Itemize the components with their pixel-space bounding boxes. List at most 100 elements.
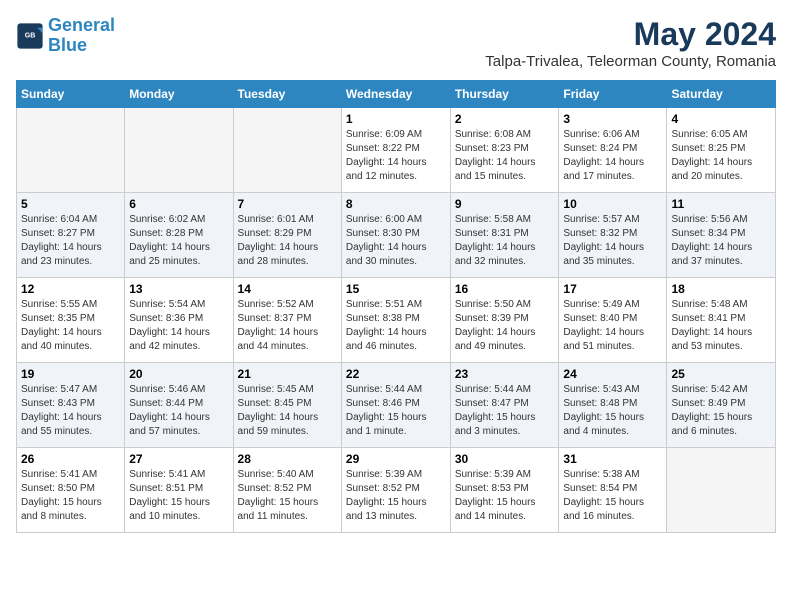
calendar-cell: 26 Sunrise: 5:41 AM Sunset: 8:50 PM Dayli… (17, 448, 125, 533)
calendar-cell: 22 Sunrise: 5:44 AM Sunset: 8:46 PM Dayli… (341, 363, 450, 448)
day-info: Sunrise: 5:38 AM Sunset: 8:54 PM Dayligh… (563, 468, 662, 524)
day-number: 4 (671, 112, 771, 126)
day-info: Sunrise: 6:01 AM Sunset: 8:29 PM Dayligh… (238, 213, 337, 269)
calendar-cell: 23 Sunrise: 5:44 AM Sunset: 8:47 PM Dayli… (450, 363, 559, 448)
calendar-cell: 28 Sunrise: 5:40 AM Sunset: 8:52 PM Dayli… (233, 448, 341, 533)
day-number: 3 (563, 112, 662, 126)
day-number: 19 (21, 367, 120, 381)
day-number: 7 (238, 197, 337, 211)
calendar-header-tuesday: Tuesday (233, 81, 341, 108)
day-number: 6 (129, 197, 228, 211)
calendar-table: SundayMondayTuesdayWednesdayThursdayFrid… (16, 80, 776, 533)
day-info: Sunrise: 5:41 AM Sunset: 8:50 PM Dayligh… (21, 468, 120, 524)
day-info: Sunrise: 5:55 AM Sunset: 8:35 PM Dayligh… (21, 298, 120, 354)
calendar-cell: 20 Sunrise: 5:46 AM Sunset: 8:44 PM Dayli… (125, 363, 233, 448)
day-number: 23 (455, 367, 555, 381)
calendar-cell (233, 108, 341, 193)
day-number: 11 (671, 197, 771, 211)
day-info: Sunrise: 5:44 AM Sunset: 8:47 PM Dayligh… (455, 383, 555, 439)
calendar-cell: 13 Sunrise: 5:54 AM Sunset: 8:36 PM Dayli… (125, 278, 233, 363)
day-info: Sunrise: 5:47 AM Sunset: 8:43 PM Dayligh… (21, 383, 120, 439)
day-number: 26 (21, 452, 120, 466)
day-number: 5 (21, 197, 120, 211)
calendar-cell: 5 Sunrise: 6:04 AM Sunset: 8:27 PM Daylig… (17, 193, 125, 278)
calendar-week-row: 26 Sunrise: 5:41 AM Sunset: 8:50 PM Dayli… (17, 448, 776, 533)
calendar-cell: 11 Sunrise: 5:56 AM Sunset: 8:34 PM Dayli… (667, 193, 776, 278)
day-info: Sunrise: 6:05 AM Sunset: 8:25 PM Dayligh… (671, 128, 771, 184)
calendar-cell: 25Sunrise: 5:42 AM Sunset: 8:49 PM Dayli… (667, 363, 776, 448)
day-info: Sunrise: 5:46 AM Sunset: 8:44 PM Dayligh… (129, 383, 228, 439)
day-number: 30 (455, 452, 555, 466)
day-number: 28 (238, 452, 337, 466)
calendar-header-thursday: Thursday (450, 81, 559, 108)
logo-text: General (48, 16, 115, 36)
calendar-week-row: 19 Sunrise: 5:47 AM Sunset: 8:43 PM Dayli… (17, 363, 776, 448)
day-info: Sunrise: 6:06 AM Sunset: 8:24 PM Dayligh… (563, 128, 662, 184)
calendar-cell (17, 108, 125, 193)
day-info: Sunrise: 5:42 AM Sunset: 8:49 PM Dayligh… (671, 383, 771, 439)
day-number: 18 (671, 282, 771, 296)
title-area: May 2024 Talpa-Trivalea, Teleorman Count… (485, 16, 776, 70)
calendar-cell: 17Sunrise: 5:49 AM Sunset: 8:40 PM Dayli… (559, 278, 667, 363)
day-number: 21 (238, 367, 337, 381)
day-number: 1 (346, 112, 446, 126)
calendar-week-row: 1Sunrise: 6:09 AM Sunset: 8:22 PM Daylig… (17, 108, 776, 193)
calendar-header-monday: Monday (125, 81, 233, 108)
calendar-cell: 7 Sunrise: 6:01 AM Sunset: 8:29 PM Daylig… (233, 193, 341, 278)
calendar-cell: 16Sunrise: 5:50 AM Sunset: 8:39 PM Dayli… (450, 278, 559, 363)
calendar-cell (125, 108, 233, 193)
calendar-cell: 6 Sunrise: 6:02 AM Sunset: 8:28 PM Daylig… (125, 193, 233, 278)
calendar-header-friday: Friday (559, 81, 667, 108)
day-number: 13 (129, 282, 228, 296)
day-number: 27 (129, 452, 228, 466)
month-year-title: May 2024 (485, 16, 776, 53)
header: GB General Blue May 2024 Talpa-Trivalea,… (16, 16, 776, 70)
calendar-cell: 29 Sunrise: 5:39 AM Sunset: 8:52 PM Dayli… (341, 448, 450, 533)
calendar-cell: 31Sunrise: 5:38 AM Sunset: 8:54 PM Dayli… (559, 448, 667, 533)
calendar-header-wednesday: Wednesday (341, 81, 450, 108)
calendar-header-row: SundayMondayTuesdayWednesdayThursdayFrid… (17, 81, 776, 108)
calendar-cell: 14Sunrise: 5:52 AM Sunset: 8:37 PM Dayli… (233, 278, 341, 363)
day-info: Sunrise: 5:52 AM Sunset: 8:37 PM Dayligh… (238, 298, 337, 354)
day-info: Sunrise: 5:44 AM Sunset: 8:46 PM Dayligh… (346, 383, 446, 439)
day-info: Sunrise: 5:48 AM Sunset: 8:41 PM Dayligh… (671, 298, 771, 354)
day-number: 20 (129, 367, 228, 381)
day-info: Sunrise: 6:02 AM Sunset: 8:28 PM Dayligh… (129, 213, 228, 269)
calendar-week-row: 12 Sunrise: 5:55 AM Sunset: 8:35 PM Dayli… (17, 278, 776, 363)
day-number: 29 (346, 452, 446, 466)
calendar-cell: 27 Sunrise: 5:41 AM Sunset: 8:51 PM Dayli… (125, 448, 233, 533)
svg-text:GB: GB (25, 32, 36, 39)
calendar-header-sunday: Sunday (17, 81, 125, 108)
calendar-cell (667, 448, 776, 533)
day-info: Sunrise: 5:40 AM Sunset: 8:52 PM Dayligh… (238, 468, 337, 524)
day-info: Sunrise: 5:58 AM Sunset: 8:31 PM Dayligh… (455, 213, 555, 269)
day-number: 17 (563, 282, 662, 296)
day-info: Sunrise: 6:04 AM Sunset: 8:27 PM Dayligh… (21, 213, 120, 269)
calendar-cell: 8Sunrise: 6:00 AM Sunset: 8:30 PM Daylig… (341, 193, 450, 278)
calendar-cell: 1Sunrise: 6:09 AM Sunset: 8:22 PM Daylig… (341, 108, 450, 193)
calendar-cell: 10Sunrise: 5:57 AM Sunset: 8:32 PM Dayli… (559, 193, 667, 278)
calendar-cell: 2Sunrise: 6:08 AM Sunset: 8:23 PM Daylig… (450, 108, 559, 193)
calendar-cell: 9 Sunrise: 5:58 AM Sunset: 8:31 PM Daylig… (450, 193, 559, 278)
calendar-cell: 12 Sunrise: 5:55 AM Sunset: 8:35 PM Dayli… (17, 278, 125, 363)
day-info: Sunrise: 5:39 AM Sunset: 8:53 PM Dayligh… (455, 468, 555, 524)
day-number: 10 (563, 197, 662, 211)
day-info: Sunrise: 5:56 AM Sunset: 8:34 PM Dayligh… (671, 213, 771, 269)
day-info: Sunrise: 5:43 AM Sunset: 8:48 PM Dayligh… (563, 383, 662, 439)
day-number: 12 (21, 282, 120, 296)
logo-subtext: Blue (48, 36, 115, 56)
day-info: Sunrise: 5:39 AM Sunset: 8:52 PM Dayligh… (346, 468, 446, 524)
day-number: 16 (455, 282, 555, 296)
day-number: 22 (346, 367, 446, 381)
day-info: Sunrise: 5:41 AM Sunset: 8:51 PM Dayligh… (129, 468, 228, 524)
day-number: 24 (563, 367, 662, 381)
calendar-week-row: 5 Sunrise: 6:04 AM Sunset: 8:27 PM Daylig… (17, 193, 776, 278)
calendar-header-saturday: Saturday (667, 81, 776, 108)
day-number: 2 (455, 112, 555, 126)
logo-icon: GB (16, 22, 44, 50)
day-number: 9 (455, 197, 555, 211)
day-number: 8 (346, 197, 446, 211)
calendar-cell: 3 Sunrise: 6:06 AM Sunset: 8:24 PM Daylig… (559, 108, 667, 193)
day-info: Sunrise: 5:54 AM Sunset: 8:36 PM Dayligh… (129, 298, 228, 354)
calendar-cell: 18 Sunrise: 5:48 AM Sunset: 8:41 PM Dayli… (667, 278, 776, 363)
